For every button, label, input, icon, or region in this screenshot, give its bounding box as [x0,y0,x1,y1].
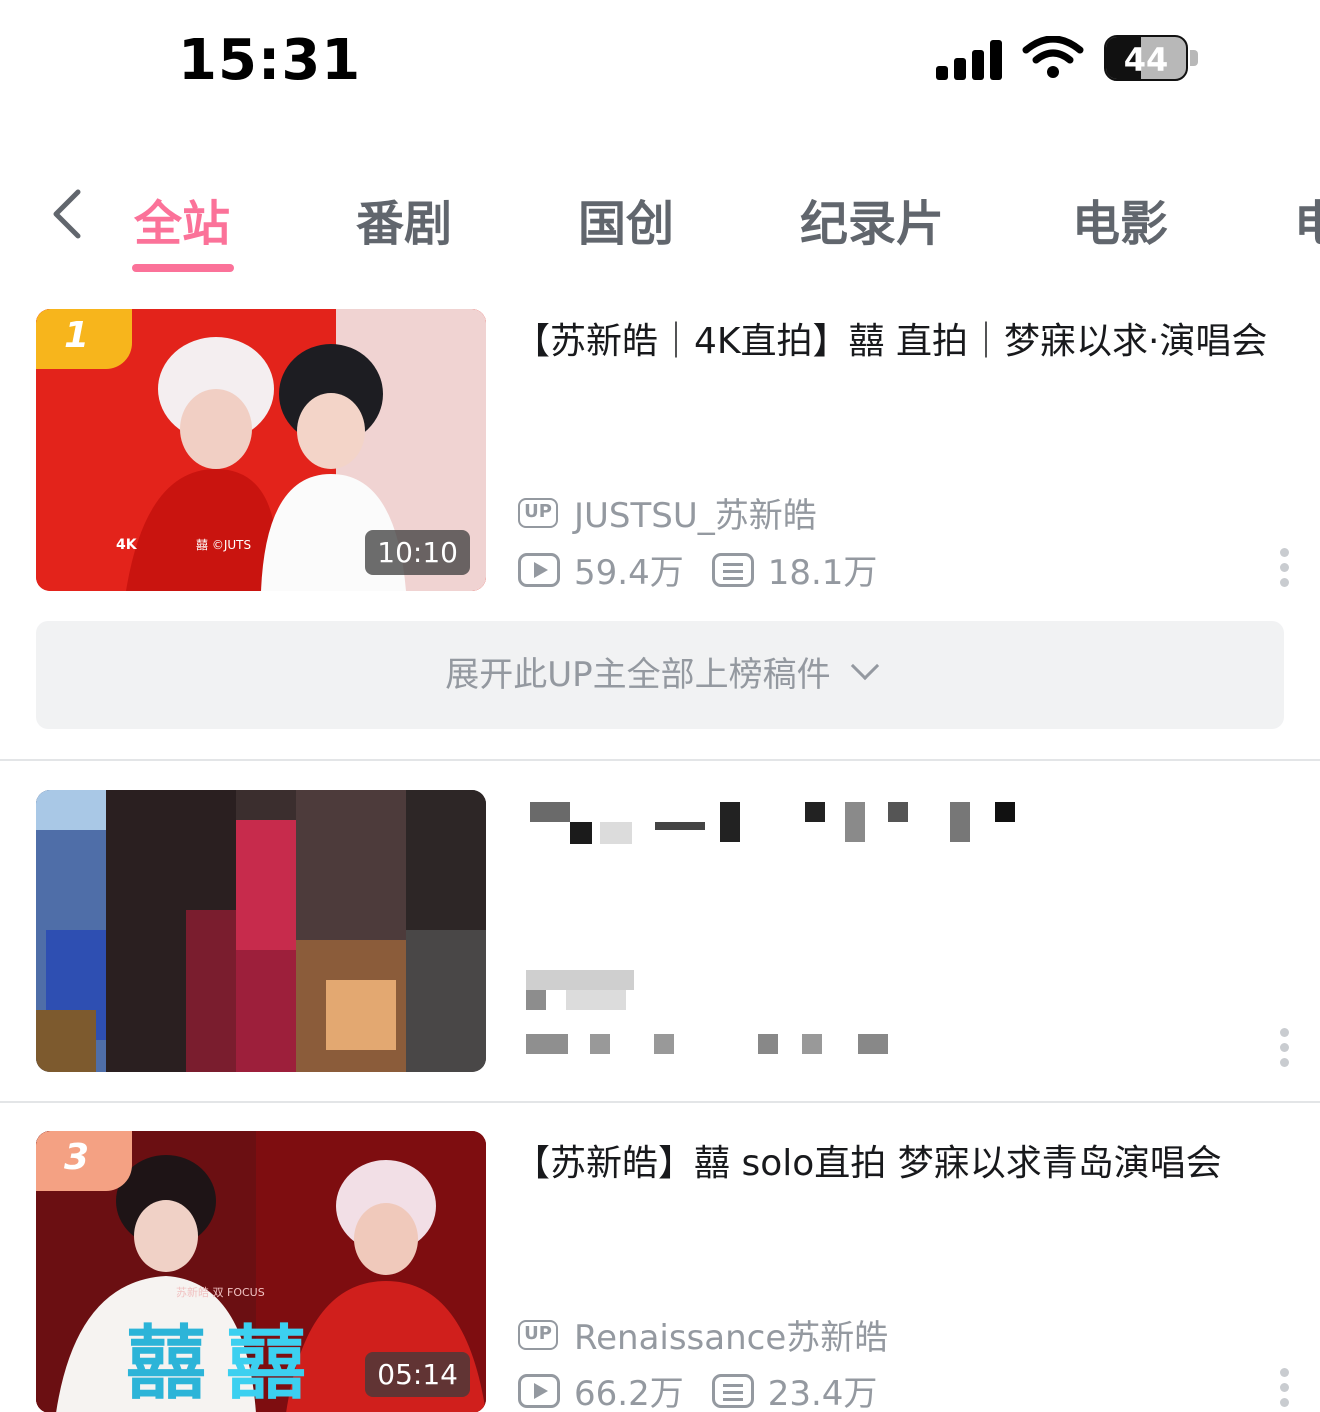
cellular-signal-icon [936,38,1004,80]
video-title[interactable]: 【苏新皓｜4K直拍】囍 直拍｜梦寐以求·演唱会 [514,314,1284,370]
wifi-icon [1022,36,1084,78]
back-arrow-icon[interactable] [40,184,100,244]
uploader-name[interactable]: Renaissance苏新皓 [574,1310,888,1359]
expand-label: 展开此UP主全部上榜稿件 [445,655,831,695]
danmaku-count-icon [711,1373,754,1408]
view-count: 59.4万 [574,553,684,593]
tab-documentary[interactable]: 纪录片 [800,184,944,254]
more-icon[interactable] [1276,546,1294,590]
status-time: 15:31 [178,28,362,93]
uploader-line[interactable]: UP JUSTSU_苏新皓 [518,488,817,537]
video-duration: 05:14 [365,1352,470,1397]
uploader-name[interactable]: JUSTSU_苏新皓 [574,488,817,537]
video-title[interactable]: 【苏新皓】囍 solo直拍 梦寐以求青岛演唱会 [514,1136,1284,1192]
video-duration: 10:10 [365,530,470,575]
more-icon[interactable] [1276,1366,1294,1410]
active-tab-indicator [132,264,234,272]
svg-text:4K: 4K [116,537,138,553]
redacted-title[interactable] [520,800,1020,845]
rank-badge: 1 [36,309,132,369]
divider [0,1101,1320,1103]
svg-text:苏新皓 双 FOCUS: 苏新皓 双 FOCUS [176,1285,265,1299]
play-count-icon [518,552,560,587]
stats-line: 59.4万 18.1万 [518,545,877,594]
up-icon: UP [518,497,558,528]
expand-uploader-button[interactable]: 展开此UP主全部上榜稿件 [36,621,1284,729]
svg-text:囍 ©JUTS: 囍 ©JUTS [196,538,251,552]
video-thumbnail[interactable]: 苏新皓 双 FOCUS 囍 囍 3 05:14 [36,1131,486,1412]
rank-badge: 3 [36,1131,132,1191]
danmaku-count-icon [711,552,754,587]
battery-cap [1190,50,1198,66]
danmaku-count: 23.4万 [767,1374,878,1412]
category-tab-bar: 全站 番剧 国创 纪录片 电影 电 [0,160,1320,280]
tab-bangumi[interactable]: 番剧 [356,184,452,254]
status-bar: 15:31 44 [0,0,1320,120]
stats-line: 66.2万 23.4万 [518,1366,877,1412]
up-icon: UP [518,1319,558,1350]
view-count: 66.2万 [574,1374,684,1412]
tab-movie[interactable]: 电影 [1072,184,1168,254]
tab-tv[interactable]: 电 [1294,184,1320,254]
redacted-thumbnail[interactable] [36,790,486,1072]
danmaku-count: 18.1万 [767,553,878,593]
battery-icon: 44 [1104,35,1188,81]
chevron-down-icon [850,651,879,681]
tab-guochuang[interactable]: 国创 [578,184,674,254]
video-thumbnail[interactable]: 4K 囍 ©JUTS 1 10:10 [36,309,486,591]
divider [0,759,1320,761]
more-icon[interactable] [1276,1026,1294,1070]
redacted-stats [526,1034,890,1056]
svg-text:囍: 囍 [226,1317,306,1410]
uploader-line[interactable]: UP Renaissance苏新皓 [518,1310,888,1359]
battery-level: 44 [1123,41,1169,79]
tab-all[interactable]: 全站 [134,184,230,254]
redacted-uploader[interactable] [526,970,706,1012]
svg-text:囍: 囍 [126,1317,206,1410]
play-count-icon [518,1373,560,1408]
